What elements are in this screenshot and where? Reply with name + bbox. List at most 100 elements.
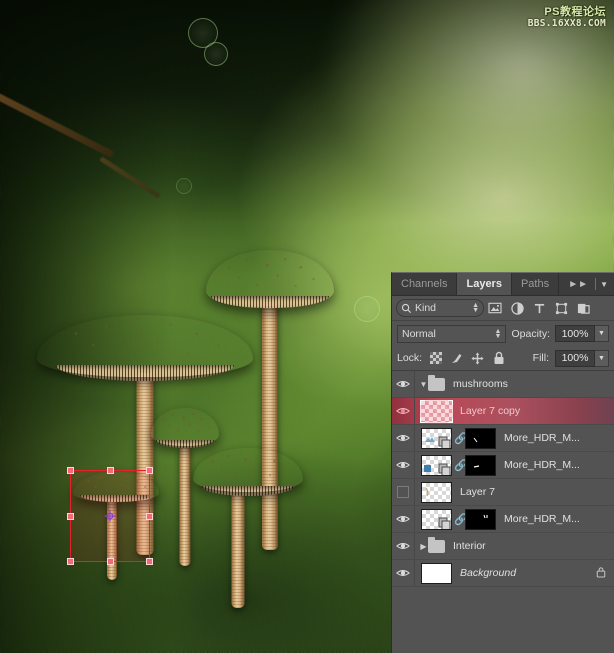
layer-mask-thumbnail[interactable] xyxy=(465,427,496,449)
layer-name[interactable]: mushrooms xyxy=(445,378,614,390)
transform-handle-bottom-right[interactable] xyxy=(146,558,153,565)
chevron-updown-icon[interactable]: ▲ ▼ xyxy=(472,302,479,314)
watermark-line-2: BBS.16XX8.COM xyxy=(527,17,606,29)
panel-menu-icon[interactable]: ▼ xyxy=(598,273,614,295)
opacity-dropdown-arrow[interactable]: ▼ xyxy=(595,325,609,342)
mushroom-cap xyxy=(37,315,253,377)
pixel-layer-filter-icon[interactable] xyxy=(484,298,506,318)
blend-mode-select[interactable]: Normal ▲ ▼ xyxy=(397,324,507,343)
eye-icon xyxy=(396,543,410,549)
layer-visibility-toggle[interactable] xyxy=(392,533,415,559)
smart-object-badge-icon xyxy=(425,436,451,448)
layer-name[interactable]: Background xyxy=(452,567,596,579)
folder-icon xyxy=(428,536,445,553)
lock-transparent-pixels-icon[interactable] xyxy=(428,351,443,366)
layer-visibility-toggle[interactable] xyxy=(392,506,415,532)
transform-handle-bottom-center[interactable] xyxy=(107,558,114,565)
type-layer-filter-icon[interactable] xyxy=(528,298,550,318)
layer-thumbnail-cell[interactable] xyxy=(415,562,452,584)
smart-object-filter-icon[interactable] xyxy=(572,298,594,318)
filter-kind-select[interactable]: Kind ▲ ▼ xyxy=(396,299,484,317)
layer-thumbnail[interactable] xyxy=(420,399,453,423)
chevron-updown-icon[interactable]: ▲ ▼ xyxy=(495,328,502,340)
layer-name[interactable]: More_HDR_M... xyxy=(496,513,614,525)
layer-name[interactable]: More_HDR_M... xyxy=(496,432,614,444)
mask-link-icon[interactable]: 🔗 xyxy=(454,513,468,526)
fill-value[interactable]: 100% xyxy=(555,349,595,367)
layer-visibility-toggle[interactable] xyxy=(392,371,415,397)
mushroom-cap xyxy=(206,250,334,308)
bokeh-circle xyxy=(204,42,228,66)
transform-handle-middle-right[interactable] xyxy=(146,513,153,520)
transform-handle-top-left[interactable] xyxy=(67,467,74,474)
layer-visibility-toggle[interactable] xyxy=(392,479,415,505)
layer-list-empty-area[interactable] xyxy=(392,587,614,647)
bokeh-circle xyxy=(176,178,192,194)
layer-visibility-toggle[interactable] xyxy=(392,560,415,586)
shape-layer-filter-icon[interactable] xyxy=(550,298,572,318)
layer-name[interactable]: Layer 7 xyxy=(452,486,614,498)
layer-thumbnail[interactable] xyxy=(421,427,452,449)
mushroom-right-lower xyxy=(188,448,308,608)
lock-row[interactable]: Lock: Fill: 100% ▼ xyxy=(392,346,614,371)
layer-row-layer-7[interactable]: Layer 7 xyxy=(392,479,614,506)
blend-mode-value: Normal xyxy=(402,327,436,340)
layer-row-smart-object-3[interactable]: 🔗 More_HDR_M... xyxy=(392,506,614,533)
filter-kind-label: Kind xyxy=(415,302,437,314)
chevron-double-right-icon[interactable]: ►► xyxy=(563,273,593,295)
mask-link-icon[interactable]: 🔗 xyxy=(454,459,468,472)
tab-paths[interactable]: Paths xyxy=(511,273,560,295)
mask-link-icon[interactable]: 🔗 xyxy=(454,432,468,445)
layer-row-smart-object-2[interactable]: 🔗 More_HDR_M... xyxy=(392,452,614,479)
opacity-value[interactable]: 100% xyxy=(555,325,595,342)
layer-thumbnail-cell[interactable]: 🔗 xyxy=(415,454,496,476)
layer-thumbnail-cell[interactable]: 🔗 xyxy=(415,508,496,530)
layer-filter-row[interactable]: Kind ▲ ▼ xyxy=(392,296,614,321)
tab-channels[interactable]: Channels xyxy=(392,273,458,295)
layer-thumbnail[interactable] xyxy=(421,481,452,503)
layer-mask-thumbnail[interactable] xyxy=(465,454,496,476)
blend-mode-row[interactable]: Normal ▲ ▼ Opacity: 100% ▼ xyxy=(392,321,614,346)
transform-handle-top-center[interactable] xyxy=(107,467,114,474)
layer-thumbnail-cell[interactable] xyxy=(415,399,453,423)
layer-row-background[interactable]: Background xyxy=(392,560,614,587)
layer-visibility-toggle[interactable] xyxy=(392,425,415,451)
layer-name[interactable]: Interior xyxy=(445,540,614,552)
layer-name[interactable]: Layer 7 copy xyxy=(452,405,614,417)
layer-row-interior[interactable]: ▶ Interior xyxy=(392,533,614,560)
free-transform-bounding-box[interactable] xyxy=(67,467,153,565)
transform-handle-bottom-left[interactable] xyxy=(67,558,74,565)
layer-row-smart-object-1[interactable]: 🔗 More_HDR_M... xyxy=(392,425,614,452)
layer-list[interactable]: ▼ mushrooms Layer 7 copy 🔗 More_HDR_M...… xyxy=(392,371,614,653)
layer-thumbnail[interactable] xyxy=(421,508,452,530)
layer-thumbnail-cell[interactable] xyxy=(415,481,452,503)
layers-panel[interactable]: Channels Layers Paths ►► ▼ Kind ▲ ▼ Norm… xyxy=(391,272,614,653)
mushroom-stem xyxy=(231,490,245,608)
layer-thumbnail-cell[interactable]: 🔗 xyxy=(415,427,496,449)
mushroom-cap xyxy=(193,448,303,492)
lock-all-icon[interactable] xyxy=(491,351,506,366)
lock-position-icon[interactable] xyxy=(470,351,485,366)
adjustment-layer-filter-icon[interactable] xyxy=(506,298,528,318)
watermark: PS教程论坛 BBS.16XX8.COM xyxy=(528,6,606,30)
layer-thumbnail[interactable] xyxy=(421,562,452,584)
layer-mask-thumbnail[interactable] xyxy=(465,508,496,530)
transform-handle-top-right[interactable] xyxy=(146,467,153,474)
tab-layers[interactable]: Layers xyxy=(457,273,512,295)
layer-name[interactable]: More_HDR_M... xyxy=(496,459,614,471)
layer-row-mushrooms[interactable]: ▼ mushrooms xyxy=(392,371,614,398)
layer-visibility-toggle[interactable] xyxy=(392,398,415,424)
layer-thumbnail[interactable] xyxy=(421,454,452,476)
fill-dropdown-arrow[interactable]: ▼ xyxy=(595,349,609,367)
transform-reference-point-icon[interactable] xyxy=(104,510,116,522)
mushroom-cap xyxy=(151,408,219,446)
layer-row-layer-7-copy[interactable]: Layer 7 copy xyxy=(392,398,614,425)
eye-icon xyxy=(396,408,410,414)
lock-image-pixels-icon[interactable] xyxy=(449,351,464,366)
eye-icon xyxy=(396,462,410,468)
group-collapse-arrow-icon[interactable]: ▶ xyxy=(415,542,428,551)
transform-handle-middle-left[interactable] xyxy=(67,513,74,520)
layer-visibility-toggle[interactable] xyxy=(392,452,415,478)
group-expand-arrow-icon[interactable]: ▼ xyxy=(415,380,428,389)
panel-tab-strip[interactable]: Channels Layers Paths ►► ▼ xyxy=(392,273,614,296)
